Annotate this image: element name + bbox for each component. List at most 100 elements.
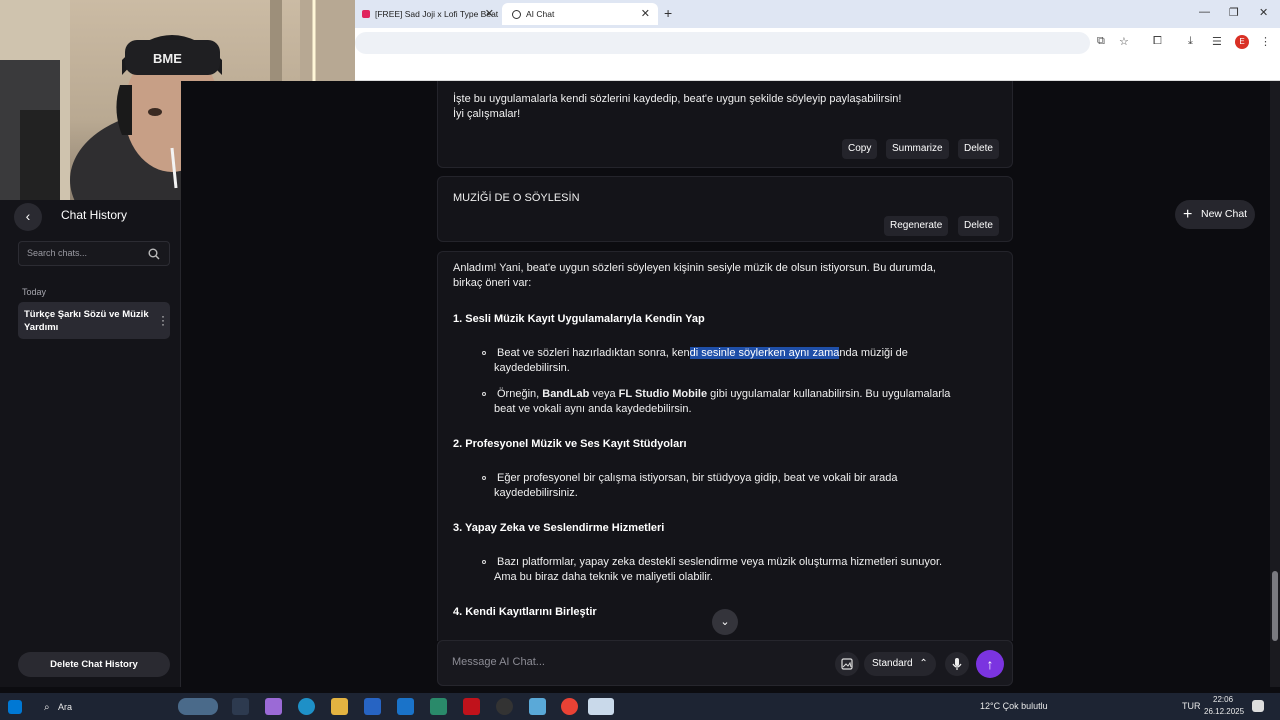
list-item-text: kaydedebilirsiniz. <box>494 487 578 499</box>
arrow-up-icon: ↑ <box>986 656 994 672</box>
list-bullet <box>482 351 486 355</box>
tab-ai-chat[interactable]: AI Chat ✕ <box>502 3 658 25</box>
selected-text: di sesinle söylerken aynı zama <box>689 347 840 359</box>
list-item-text: Beat ve sözleri hazırladıktan sonra, ken… <box>497 347 908 359</box>
collapse-sidebar-button[interactable]: ‹ <box>14 203 42 231</box>
tab-label: AI Chat <box>526 9 555 19</box>
netflix-icon[interactable] <box>463 698 480 715</box>
history-item[interactable]: Türkçe Şarkı Sözü ve Müzik Yardımı · · · <box>18 302 170 339</box>
summarize-button[interactable]: Summarize <box>886 139 949 159</box>
chevron-up-icon: ⌃ <box>919 658 928 669</box>
microphone-icon <box>952 658 962 670</box>
list-item-text: Eğer profesyonel bir çalışma istiyorsan,… <box>497 472 898 484</box>
copilot-icon[interactable] <box>265 698 282 715</box>
app-icon[interactable] <box>529 698 546 715</box>
attach-image-button[interactable] <box>835 652 859 676</box>
page-top-strip <box>355 58 1280 81</box>
store-icon[interactable] <box>364 698 381 715</box>
delete-button[interactable]: Delete <box>958 216 999 236</box>
weather-text[interactable]: 12°C Çok bulutlu <box>980 701 1048 711</box>
menu-kebab-icon[interactable]: ⋮ <box>1260 35 1271 48</box>
outlook-icon[interactable] <box>397 698 414 715</box>
app-icon[interactable] <box>496 698 513 715</box>
close-window-icon[interactable]: ✕ <box>1259 6 1268 19</box>
close-icon[interactable]: ✕ <box>641 7 650 20</box>
new-tab-button[interactable]: + <box>664 5 672 21</box>
widgets-icon[interactable] <box>178 698 218 715</box>
chat-history-sidebar: ‹ Chat History Today Türkçe Şarkı Sözü v… <box>0 200 181 687</box>
tab-music-video[interactable]: [FREE] Sad Joji x Lofi Type Beat ✕ <box>352 3 502 25</box>
restore-icon[interactable]: ❐ <box>1229 6 1239 19</box>
mode-label: Standard <box>872 658 913 669</box>
language-indicator[interactable]: TUR <box>1182 701 1201 711</box>
new-chat-label: New Chat <box>1201 208 1248 220</box>
message-text: İşte bu uygulamalarla kendi sözlerini ka… <box>453 93 902 105</box>
chat-search <box>18 241 170 266</box>
scrollbar-thumb[interactable] <box>1272 571 1278 641</box>
minimize-icon[interactable]: — <box>1199 6 1210 18</box>
message-text: MUZİĞİ DE O SÖYLESİN <box>453 192 580 204</box>
edge-icon[interactable] <box>298 698 315 715</box>
profile-avatar[interactable]: E <box>1235 35 1249 49</box>
delete-button[interactable]: Delete <box>958 139 999 159</box>
sidebar-title: Chat History <box>61 208 128 222</box>
chevron-left-icon: ‹ <box>25 208 31 224</box>
translate-icon[interactable]: ⧉ <box>1097 35 1105 48</box>
section-heading: 3. Yapay Zeka ve Seslendirme Hizmetleri <box>453 522 665 534</box>
list-item-text: kaydedebilirsin. <box>494 362 570 374</box>
copy-button[interactable]: Copy <box>842 139 878 159</box>
tab-label: [FREE] Sad Joji x Lofi Type Beat <box>375 9 499 19</box>
section-heading: 2. Profesyonel Müzik ve Ses Kayıt Stüdyo… <box>453 438 687 450</box>
composer: Standard ⌃ ↑ <box>437 640 1013 686</box>
omnibox[interactable] <box>355 32 1090 54</box>
svg-text:BME: BME <box>153 51 182 66</box>
message-text: İyi çalışmalar! <box>453 108 521 120</box>
scroll-down-button[interactable]: ⌄ <box>712 609 738 635</box>
notifications-icon[interactable] <box>1252 700 1264 712</box>
app-icon[interactable] <box>588 698 614 715</box>
taskbar-search-label[interactable]: Ara <box>58 702 72 712</box>
section-heading: 4. Kendi Kayıtlarını Birleştir <box>453 606 597 618</box>
history-item-label: Türkçe Şarkı Sözü ve Müzik Yardımı <box>24 309 149 333</box>
plus-icon: + <box>1183 206 1193 223</box>
task-view-icon[interactable] <box>232 698 249 715</box>
page-scrollbar[interactable] <box>1270 81 1280 687</box>
bookmark-star-icon[interactable]: ☆ <box>1119 35 1129 48</box>
start-icon[interactable] <box>8 700 22 714</box>
message-input[interactable] <box>452 656 802 668</box>
assistant-message-previous: İşte bu uygulamalarla kendi sözlerini ka… <box>437 81 1013 168</box>
regenerate-button[interactable]: Regenerate <box>884 216 949 236</box>
delete-chat-history-button[interactable]: Delete Chat History <box>18 652 170 677</box>
image-icon <box>841 658 853 670</box>
list-bullet <box>482 392 486 396</box>
download-icon[interactable]: ⤓ <box>1188 35 1193 48</box>
mode-select[interactable]: Standard ⌃ <box>864 652 936 676</box>
search-input[interactable] <box>27 248 142 258</box>
app-icon[interactable] <box>430 698 447 715</box>
new-chat-button[interactable]: + New Chat <box>1175 200 1255 229</box>
user-message: MUZİĞİ DE O SÖYLESİN Regenerate Delete <box>437 176 1013 242</box>
more-options-icon[interactable]: · · · <box>161 310 165 330</box>
chevron-down-icon: ⌄ <box>720 616 730 628</box>
clock-time[interactable]: 22:06 <box>1213 695 1233 704</box>
history-group-label: Today <box>22 287 47 297</box>
clock-date[interactable]: 26.12.2025 <box>1204 707 1244 716</box>
list-bullet <box>482 476 486 480</box>
search-icon[interactable] <box>148 248 160 260</box>
list-item-text: beat ve vokali aynı anda kaydedebilirsin… <box>494 403 692 415</box>
extensions-icon[interactable]: ⧠ <box>1153 35 1162 48</box>
assistant-message: Anladım! Yani, beat'e uygun sözleri söyl… <box>437 251 1013 641</box>
close-icon[interactable]: ✕ <box>485 7 494 20</box>
message-text: birkaç öneri var: <box>453 277 532 289</box>
chrome-icon[interactable] <box>561 698 578 715</box>
list-item-text: Örneğin, BandLab veya FL Studio Mobile g… <box>497 388 951 400</box>
chat-icon <box>512 9 521 19</box>
youtube-icon <box>362 10 370 18</box>
search-icon[interactable]: ⌕ <box>44 702 50 713</box>
list-item-text: Ama bu biraz daha teknik ve maliyetli ol… <box>494 571 713 583</box>
reading-list-icon[interactable]: ☰ <box>1212 35 1222 48</box>
file-explorer-icon[interactable] <box>331 698 348 715</box>
send-button[interactable]: ↑ <box>976 650 1004 678</box>
os-taskbar: ⌕ Ara 12°C Çok bulutlu TUR 22:06 26.12.2… <box>0 693 1280 720</box>
voice-input-button[interactable] <box>945 652 969 676</box>
